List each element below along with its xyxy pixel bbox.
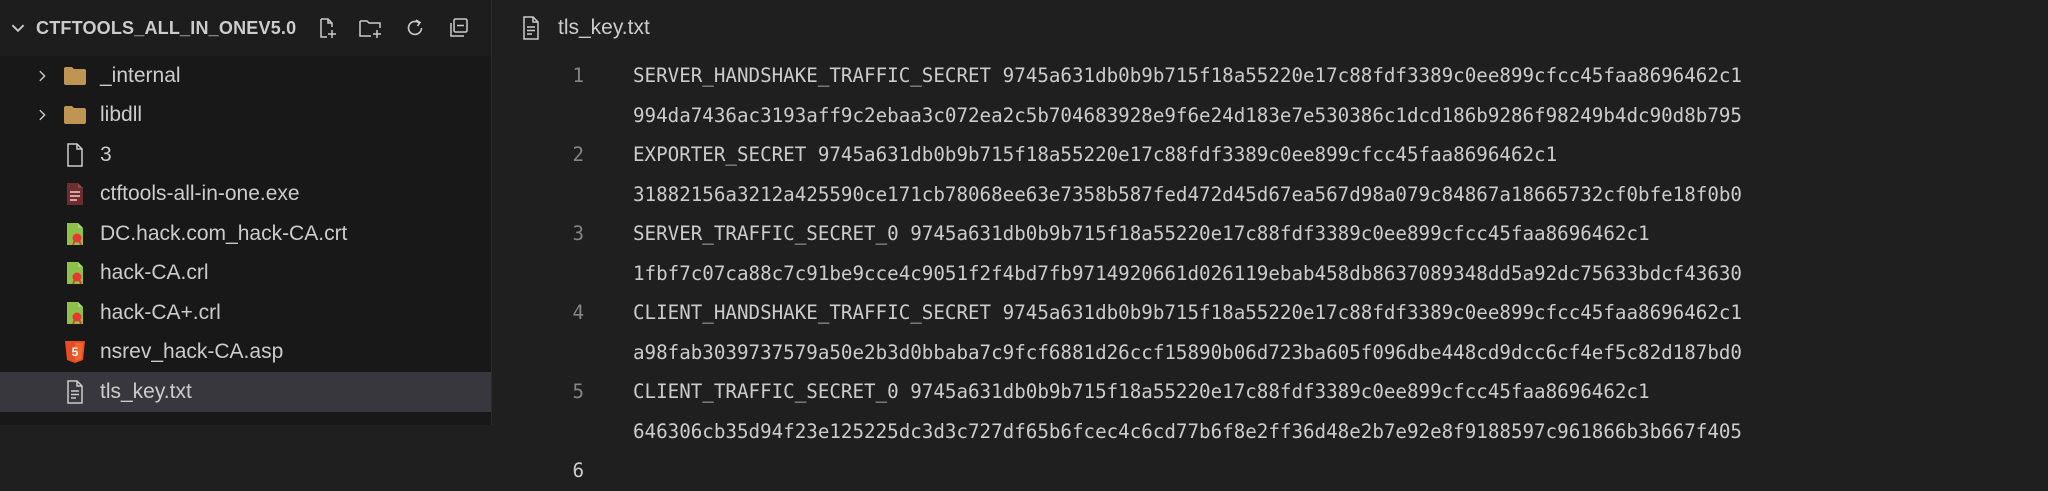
code-line-6: 6 bbox=[492, 451, 2048, 491]
tree-item-label: hack-CA.crl bbox=[100, 261, 209, 285]
file-tree: _internal libdll 3 ctftools-all-in-one.e… bbox=[0, 56, 491, 412]
tree-item-label: DC.hack.com_hack-CA.crt bbox=[100, 221, 348, 245]
line-number: 1 bbox=[572, 64, 584, 87]
tree-item-nsrev-asp[interactable]: 5 nsrev_hack-CA.asp bbox=[0, 333, 491, 373]
tab-tls-key-txt[interactable]: tls_key.txt bbox=[492, 0, 650, 56]
line-content[interactable]: SERVER_TRAFFIC_SECRET_0 9745a631db0b9b71… bbox=[633, 214, 1742, 293]
explorer-header[interactable]: CTFTOOLS_ALL_IN_ONEV5.0 bbox=[0, 0, 491, 56]
tab-label: tls_key.txt bbox=[558, 16, 650, 39]
tree-item-dc-hack-crt[interactable]: DC.hack.com_hack-CA.crt bbox=[0, 214, 491, 254]
line-text-wrapped: 994da7436ac3193aff9c2ebaa3c072ea2c5b7046… bbox=[633, 103, 1742, 127]
tree-item-label: tls_key.txt bbox=[100, 379, 192, 403]
certificate-file-icon bbox=[62, 300, 88, 326]
refresh-icon[interactable] bbox=[402, 15, 428, 41]
line-text: EXPORTER_SECRET 9745a631db0b9b715f18a552… bbox=[633, 143, 1558, 166]
line-number: 6 bbox=[572, 459, 584, 482]
code-line-4: 4 CLIENT_HANDSHAKE_TRAFFIC_SECRET 9745a6… bbox=[492, 293, 2048, 372]
explorer-sidebar: CTFTOOLS_ALL_IN_ONEV5.0 _internal libdll… bbox=[0, 0, 492, 425]
tree-item-hack-ca-plus-crl[interactable]: hack-CA+.crl bbox=[0, 293, 491, 333]
exe-file-icon bbox=[62, 181, 88, 207]
tree-item-label: libdll bbox=[100, 103, 143, 127]
new-file-icon[interactable] bbox=[314, 15, 340, 41]
chevron-right-icon[interactable] bbox=[34, 68, 50, 84]
code-editor[interactable]: 1 SERVER_HANDSHAKE_TRAFFIC_SECRET 9745a6… bbox=[492, 56, 2048, 491]
line-text-wrapped: a98fab3039737579a50e2b3d0bbaba7c9fcf6881… bbox=[633, 340, 1742, 364]
explorer-actions bbox=[314, 15, 472, 41]
line-content[interactable]: CLIENT_TRAFFIC_SECRET_0 9745a631db0b9b71… bbox=[633, 372, 1742, 451]
line-text-wrapped: 1fbf7c07ca88c7c91be9cce4c9051f2f4bd7fb97… bbox=[633, 261, 1742, 285]
line-text: CLIENT_HANDSHAKE_TRAFFIC_SECRET 9745a631… bbox=[633, 301, 1742, 324]
chevron-down-icon[interactable] bbox=[8, 18, 28, 38]
line-text: CLIENT_TRAFFIC_SECRET_0 9745a631db0b9b71… bbox=[633, 380, 1650, 403]
tree-item-hack-ca-crl[interactable]: hack-CA.crl bbox=[0, 254, 491, 294]
code-line-3: 3 SERVER_TRAFFIC_SECRET_0 9745a631db0b9b… bbox=[492, 214, 2048, 293]
line-content[interactable]: EXPORTER_SECRET 9745a631db0b9b715f18a552… bbox=[633, 135, 1742, 214]
code-line-2: 2 EXPORTER_SECRET 9745a631db0b9b715f18a5… bbox=[492, 135, 2048, 214]
code-line-1: 1 SERVER_HANDSHAKE_TRAFFIC_SECRET 9745a6… bbox=[492, 56, 2048, 135]
editor-area: tls_key.txt 1 SERVER_HANDSHAKE_TRAFFIC_S… bbox=[492, 0, 2048, 482]
vscode-window: CTFTOOLS_ALL_IN_ONEV5.0 _internal libdll… bbox=[0, 0, 2048, 482]
tree-item-label: _internal bbox=[100, 63, 181, 87]
line-text: SERVER_HANDSHAKE_TRAFFIC_SECRET 9745a631… bbox=[633, 64, 1742, 87]
tree-item-libdll[interactable]: libdll bbox=[0, 96, 491, 136]
line-number: 3 bbox=[572, 222, 584, 245]
text-file-icon bbox=[62, 379, 88, 405]
svg-text:5: 5 bbox=[72, 345, 79, 359]
line-text-wrapped: 31882156a3212a425590ce171cb78068ee63e735… bbox=[633, 182, 1742, 206]
line-text: SERVER_TRAFFIC_SECRET_0 9745a631db0b9b71… bbox=[633, 222, 1650, 245]
editor-tabbar: tls_key.txt bbox=[492, 0, 2048, 56]
line-text-wrapped: 646306cb35d94f23e125225dc3d3c727df65b6fc… bbox=[633, 419, 1742, 443]
line-number: 5 bbox=[572, 380, 584, 403]
text-file-icon bbox=[520, 16, 542, 40]
explorer-root-title[interactable]: CTFTOOLS_ALL_IN_ONEV5.0 bbox=[36, 18, 296, 39]
collapse-all-icon[interactable] bbox=[446, 15, 472, 41]
html5-file-icon: 5 bbox=[62, 339, 88, 365]
tree-item-ctftools-exe[interactable]: ctftools-all-in-one.exe bbox=[0, 175, 491, 215]
line-number: 2 bbox=[572, 143, 584, 166]
tree-item-label: hack-CA+.crl bbox=[100, 300, 221, 324]
line-content[interactable]: SERVER_HANDSHAKE_TRAFFIC_SECRET 9745a631… bbox=[633, 56, 1742, 135]
tree-item-label: nsrev_hack-CA.asp bbox=[100, 340, 284, 364]
certificate-file-icon bbox=[62, 260, 88, 286]
tree-item-label: ctftools-all-in-one.exe bbox=[100, 182, 300, 206]
tree-item-3[interactable]: 3 bbox=[0, 135, 491, 175]
code-line-5: 5 CLIENT_TRAFFIC_SECRET_0 9745a631db0b9b… bbox=[492, 372, 2048, 451]
tree-item-label: 3 bbox=[100, 142, 112, 166]
certificate-file-icon bbox=[62, 221, 88, 247]
line-content[interactable]: CLIENT_HANDSHAKE_TRAFFIC_SECRET 9745a631… bbox=[633, 293, 1742, 372]
new-folder-icon[interactable] bbox=[358, 15, 384, 41]
chevron-right-icon[interactable] bbox=[34, 107, 50, 123]
tree-item-tls-key-txt[interactable]: tls_key.txt bbox=[0, 372, 491, 412]
folder-icon bbox=[62, 102, 88, 128]
folder-icon bbox=[62, 63, 88, 89]
line-number: 4 bbox=[572, 301, 584, 324]
file-icon bbox=[62, 142, 88, 168]
tree-item-internal[interactable]: _internal bbox=[0, 56, 491, 96]
